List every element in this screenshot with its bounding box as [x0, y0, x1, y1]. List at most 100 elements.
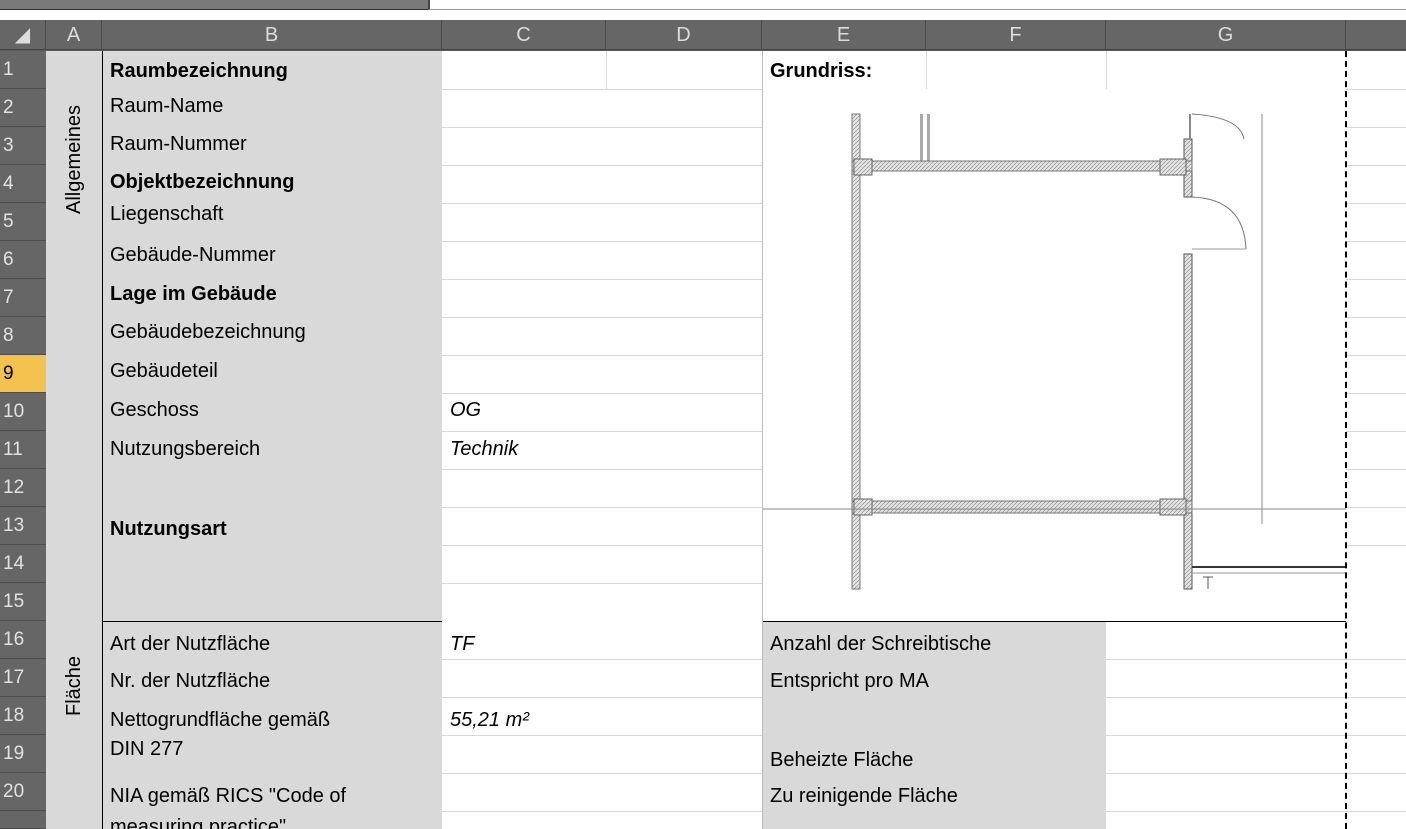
- grid-row-line: [1106, 811, 1406, 812]
- row-header[interactable]: 4: [0, 165, 46, 203]
- grid-row-line: [1346, 545, 1406, 546]
- row-header[interactable]: 1: [0, 51, 46, 89]
- grid-row-line: [1106, 659, 1406, 660]
- grid-row-line: [1346, 393, 1406, 394]
- column-header-g[interactable]: G: [1106, 20, 1346, 50]
- grid-row-line: [442, 317, 762, 318]
- row-header[interactable]: 5: [0, 203, 46, 241]
- grid-row-line: [1346, 203, 1406, 204]
- page-break-line: [1345, 51, 1347, 829]
- label-objektbezeichnung: Objektbezeichnung: [110, 171, 295, 193]
- column-border: [102, 51, 103, 829]
- label-nia-rics: NIA gemäß RICS "Code of: [110, 785, 347, 807]
- row-header[interactable]: 14: [0, 545, 46, 583]
- row-header[interactable]: 13: [0, 507, 46, 545]
- grid-row-line: [442, 469, 762, 470]
- row-header[interactable]: 7: [0, 279, 46, 317]
- label-gebaeudebezeichnung: Gebäudebezeichnung: [110, 321, 306, 343]
- value-nettogrundflaeche[interactable]: 55,21 m²: [442, 703, 742, 737]
- grid-row-line: [442, 507, 762, 508]
- grid-row-line: [442, 203, 762, 204]
- grid-row-line: [442, 583, 762, 584]
- label-lage-im-gebaeude: Lage im Gebäude: [110, 283, 277, 305]
- grid-row-line: [1346, 241, 1406, 242]
- label-gebaeude-nummer: Gebäude-Nummer: [110, 244, 276, 266]
- label-geschoss: Geschoss: [110, 399, 199, 421]
- label-zu-reinigende-flaeche: Zu reinigende Fläche: [770, 785, 958, 807]
- select-all-corner[interactable]: ◢: [0, 20, 46, 50]
- grid-row-line: [442, 697, 762, 698]
- row-header[interactable]: 10: [0, 393, 46, 431]
- grid-row-line: [1346, 165, 1406, 166]
- section-border: [762, 621, 1346, 622]
- grid-row-line: [1346, 317, 1406, 318]
- label-measuring-practice: measuring practice": [110, 816, 287, 829]
- grid-row-line: [442, 773, 762, 774]
- grid-row-line: [1346, 89, 1406, 90]
- row-header[interactable]: 19: [0, 735, 46, 773]
- column-border: [762, 51, 763, 829]
- row-header[interactable]: 15: [0, 583, 46, 621]
- grid-row-line: [442, 89, 762, 90]
- name-box[interactable]: [0, 0, 428, 10]
- label-grundriss: Grundriss:: [770, 60, 873, 82]
- row-header[interactable]: 6: [0, 241, 46, 279]
- column-header-c[interactable]: C: [442, 20, 606, 50]
- row-header[interactable]: 12: [0, 469, 46, 507]
- label-anzahl-schreibtische: Anzahl der Schreibtische: [770, 633, 992, 655]
- column-header-d[interactable]: D: [606, 20, 762, 50]
- value-geschoss[interactable]: OG: [442, 393, 742, 427]
- row-header[interactable]: 2: [0, 89, 46, 127]
- grid-col-line: [1106, 51, 1107, 89]
- grid-row-line: [442, 241, 762, 242]
- value-art-der-nutzflaeche[interactable]: TF: [442, 627, 742, 661]
- grid-row-line: [1346, 431, 1406, 432]
- section-label-flaeche: Fläche: [62, 655, 85, 716]
- row-header[interactable]: 18: [0, 697, 46, 735]
- label-entspricht-pro-ma: Entspricht pro MA: [770, 670, 929, 692]
- label-liegenschaft: Liegenschaft: [110, 203, 224, 225]
- floor-plan-image: [762, 113, 1346, 590]
- label-art-der-nutzflaeche: Art der Nutzfläche: [110, 633, 271, 655]
- row-header[interactable]: 16: [0, 621, 46, 659]
- grid-row-line: [1106, 773, 1406, 774]
- grid-row-line: [442, 545, 762, 546]
- formula-input[interactable]: [428, 0, 1406, 10]
- row-header[interactable]: 17: [0, 659, 46, 697]
- label-raumbezeichnung: Raumbezeichnung: [110, 60, 288, 82]
- column-header-e[interactable]: E: [762, 20, 926, 50]
- label-nutzungsbereich: Nutzungsbereich: [110, 438, 261, 460]
- label-raum-nummer: Raum-Nummer: [110, 133, 247, 155]
- grid-row-line: [1346, 279, 1406, 280]
- grid-col-line: [606, 51, 607, 89]
- grid-row-line: [1346, 355, 1406, 356]
- grid-row-line: [442, 355, 762, 356]
- row-header-selected[interactable]: 9: [0, 355, 46, 393]
- grid-row-line: [1346, 507, 1406, 508]
- label-beheizte-flaeche: Beheizte Fläche: [770, 749, 914, 771]
- row-header[interactable]: 11: [0, 431, 46, 469]
- grid-row-line: [442, 811, 762, 812]
- grid-row-line: [1346, 127, 1406, 128]
- label-raum-name: Raum-Name: [110, 95, 224, 117]
- label-gebaeudeteil: Gebäudeteil: [110, 360, 218, 382]
- row-header[interactable]: 20: [0, 773, 46, 811]
- column-header-b[interactable]: B: [102, 20, 442, 50]
- grid-row-line: [1346, 469, 1406, 470]
- grid-row-line: [1106, 697, 1406, 698]
- row-header[interactable]: [0, 811, 46, 829]
- label-nr-der-nutzflaeche: Nr. der Nutzfläche: [110, 670, 271, 692]
- grid-row-line: [1106, 735, 1406, 736]
- grid-col-line: [926, 51, 927, 89]
- value-nutzungsbereich[interactable]: Technik: [442, 432, 742, 466]
- grid-row-line: [442, 279, 762, 280]
- grid-row-line: [442, 165, 762, 166]
- row-header[interactable]: 8: [0, 317, 46, 355]
- column-header-f[interactable]: F: [926, 20, 1106, 50]
- row-header[interactable]: 3: [0, 127, 46, 165]
- label-nutzungsart: Nutzungsart: [110, 518, 227, 540]
- section-label-allgemeines: Allgemeines: [62, 105, 85, 214]
- column-header-a[interactable]: A: [46, 20, 102, 50]
- grid-row-line: [442, 127, 762, 128]
- label-din-277: DIN 277: [110, 738, 184, 760]
